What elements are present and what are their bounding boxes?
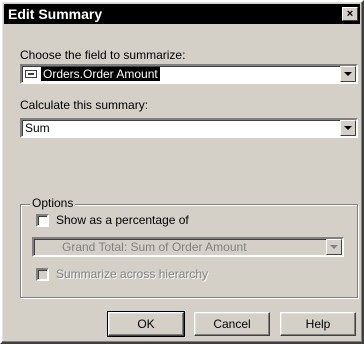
close-icon: × xyxy=(346,8,354,20)
title-bar[interactable]: Edit Summary × xyxy=(4,4,360,24)
percentage-of-combobox[interactable]: Grand Total: Sum of Order Amount xyxy=(32,237,344,257)
ok-button[interactable]: OK xyxy=(107,311,185,337)
help-button[interactable]: Help xyxy=(280,312,356,336)
database-field-icon xyxy=(25,69,37,78)
help-button-label: Help xyxy=(305,317,331,331)
ok-button-label: OK xyxy=(137,317,155,331)
chevron-down-icon xyxy=(330,245,338,249)
field-selected-text: Orders.Order Amount xyxy=(41,67,160,81)
summary-dropdown-button[interactable] xyxy=(340,120,356,136)
show-percentage-label[interactable]: Show as a percentage of xyxy=(56,213,189,227)
field-label: Choose the field to summarize: xyxy=(20,48,186,62)
show-percentage-checkbox[interactable] xyxy=(36,214,49,227)
summary-combobox[interactable]: Sum xyxy=(20,118,358,138)
options-legend: Options xyxy=(30,196,76,210)
percentage-of-value: Grand Total: Sum of Order Amount xyxy=(62,240,247,254)
field-combobox[interactable]: Orders.Order Amount xyxy=(20,64,358,84)
field-dropdown-button[interactable] xyxy=(340,66,356,82)
cancel-button[interactable]: Cancel xyxy=(194,312,270,336)
close-button[interactable]: × xyxy=(342,7,358,21)
chevron-down-icon xyxy=(344,72,352,76)
summary-selected-text: Sum xyxy=(25,121,50,135)
percentage-of-dropdown-button[interactable] xyxy=(326,239,342,255)
summary-label: Calculate this summary: xyxy=(20,98,149,112)
summarize-hierarchy-checkbox[interactable] xyxy=(36,268,49,281)
window-title: Edit Summary xyxy=(8,6,103,22)
cancel-button-label: Cancel xyxy=(213,317,251,331)
summarize-hierarchy-label[interactable]: Summarize across hierarchy xyxy=(56,267,208,281)
edit-summary-dialog: Edit Summary × Choose the field to summa… xyxy=(0,0,364,344)
field-combobox-value: Orders.Order Amount xyxy=(25,67,160,81)
chevron-down-icon xyxy=(344,126,352,130)
